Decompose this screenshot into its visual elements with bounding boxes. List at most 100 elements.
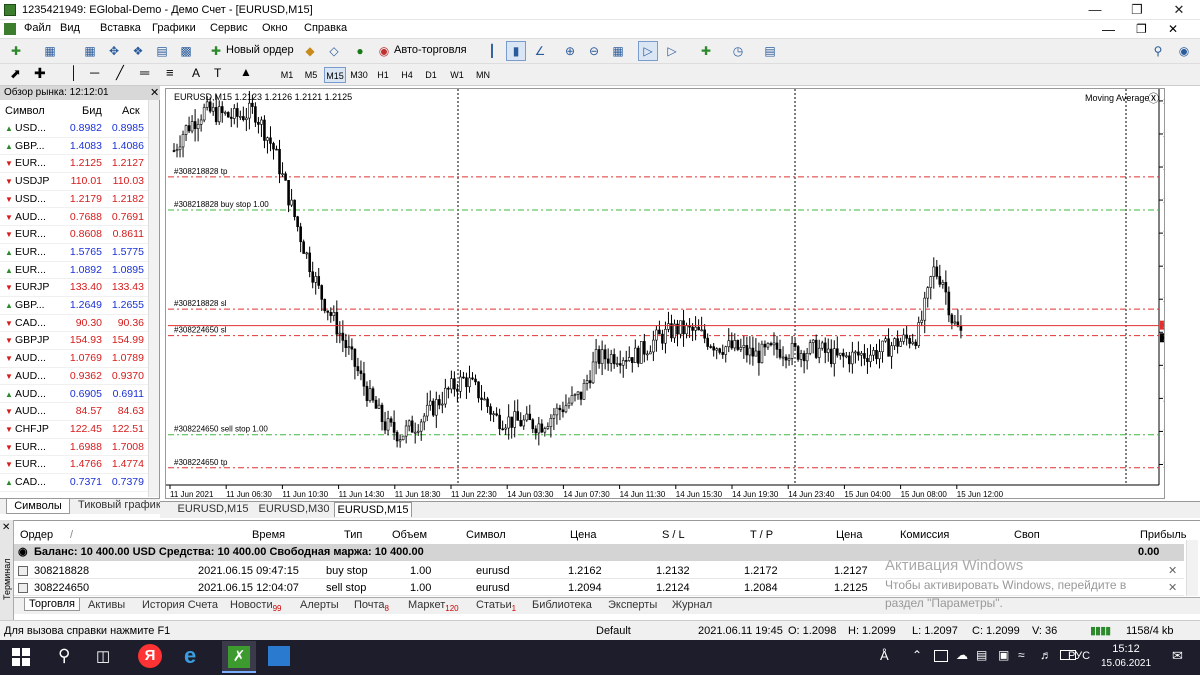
search-icon[interactable]: ⚲	[1148, 41, 1168, 61]
indicators-icon[interactable]: ✚	[696, 41, 716, 61]
menu-1[interactable]: Вид	[60, 22, 80, 34]
mw-row[interactable]: ▲ USD... 0.8982 0.8985	[0, 120, 148, 138]
terminal-tab-7[interactable]: Статьи1	[476, 599, 516, 613]
mdi-restore-button[interactable]: ❐	[1136, 22, 1147, 36]
mw-row[interactable]: ▲ CAD... 0.7371 0.7379	[0, 474, 148, 492]
onedrive-icon[interactable]: ☁	[956, 648, 968, 662]
chat-icon[interactable]: ◉	[1174, 41, 1194, 61]
mdi-close-button[interactable]: ✕	[1168, 22, 1178, 36]
task-view-icon[interactable]: ◫	[96, 647, 110, 665]
mw-row[interactable]: ▼ CAD... 90.30 90.36	[0, 315, 148, 333]
timeframe-M30[interactable]: M30	[348, 67, 370, 83]
chart-tab-2[interactable]: EURUSD,M30	[255, 502, 333, 517]
terminal-tab-1[interactable]: Активы	[88, 599, 125, 611]
col-ask[interactable]: Аск	[122, 103, 140, 119]
new-order-button[interactable]: Новый ордер	[226, 44, 294, 56]
indicator-close-icon[interactable]: Ⓧ	[1148, 90, 1159, 106]
order-close-icon[interactable]: ✕	[1168, 563, 1177, 579]
hdr-price-cur[interactable]: Цена	[836, 526, 862, 544]
terminal-tab-4[interactable]: Алерты	[300, 599, 339, 611]
windows-start-icon[interactable]	[12, 648, 30, 666]
navigator-icon[interactable]: ▦	[80, 41, 100, 61]
candlestick-icon[interactable]: ▮	[506, 41, 526, 61]
hdr-profit[interactable]: Прибыль	[1140, 526, 1187, 544]
menu-6[interactable]: Справка	[304, 22, 347, 34]
timeframe-H1[interactable]: H1	[372, 67, 394, 83]
data-window-icon[interactable]: ▤	[152, 41, 172, 61]
hdr-swap[interactable]: Своп	[1014, 526, 1040, 544]
timeframe-H4[interactable]: H4	[396, 67, 418, 83]
mw-row[interactable]: ▼USDJPY 110.01 110.03	[0, 173, 148, 191]
mw-row[interactable]: ▲ AUD... 0.6905 0.6911	[0, 386, 148, 404]
mdi-minimize-button[interactable]: —	[1102, 22, 1115, 37]
timeframe-MN[interactable]: MN	[472, 67, 494, 83]
terminal-tab-3[interactable]: Новости99	[230, 599, 282, 613]
hdr-type[interactable]: Тип	[344, 526, 362, 544]
mw-row[interactable]: ▼ EUR... 0.8608 0.8611	[0, 226, 148, 244]
tray-app-icon[interactable]	[934, 650, 948, 662]
mw-row[interactable]: ▲ EUR... 1.5765 1.5775	[0, 244, 148, 262]
battery-icon[interactable]: ▤	[976, 648, 987, 662]
shapes-icon[interactable]: ▲	[240, 65, 252, 79]
edge-browser-icon[interactable]: e	[184, 643, 196, 669]
cursor-icon[interactable]: ⬈	[10, 66, 21, 82]
hdr-symbol[interactable]: Символ	[466, 526, 506, 544]
lang-indicator[interactable]: РУС	[1068, 650, 1090, 662]
mw-row[interactable]: ▼ AUD... 84.57 84.63	[0, 403, 148, 421]
order-close-icon[interactable]: ✕	[1168, 580, 1177, 596]
order-row[interactable]: 308224650 2021.06.15 12:04:07 sell stop 1.0…	[14, 580, 1184, 596]
channel-icon[interactable]: ═	[140, 65, 149, 80]
photos-app-icon[interactable]	[268, 646, 290, 666]
person-icon[interactable]: Å	[880, 648, 889, 663]
mw-row[interactable]: ▼GBPJPY 154.93 154.99	[0, 332, 148, 351]
timeframe-M5[interactable]: M5	[300, 67, 322, 83]
yandex-browser-icon[interactable]: Я	[138, 644, 162, 668]
network-icon[interactable]: ▣	[998, 648, 1009, 662]
timeframe-D1[interactable]: D1	[420, 67, 442, 83]
terminal-tab-2[interactable]: История Счета	[142, 599, 218, 611]
chart-shift-icon[interactable]: ▷	[662, 41, 682, 61]
market-watch-scrollbar[interactable]	[148, 100, 159, 497]
mw-row[interactable]: ▼ AUD... 0.7688 0.7691	[0, 209, 148, 227]
new-chart-icon[interactable]: ✚	[6, 41, 26, 61]
mw-row[interactable]: ▼ EUR... 1.6988 1.7008	[0, 439, 148, 457]
crosshair-icon[interactable]: ✚	[34, 65, 46, 82]
timeframe-W1[interactable]: W1	[446, 67, 468, 83]
tile-windows-icon[interactable]: ▦	[608, 41, 628, 61]
price-chart[interactable]: 1.2195 1.2185 1.2175 1.2165 1.2155 1.2145 1.21…	[166, 89, 1188, 499]
horizontal-line-icon[interactable]: ─	[90, 65, 99, 80]
notifications-icon[interactable]: ✉	[1172, 648, 1183, 664]
terminal-scrollbar[interactable]	[1186, 540, 1198, 596]
hdr-price[interactable]: Цена	[570, 526, 596, 544]
terminal-tab-5[interactable]: Почта8	[354, 599, 389, 613]
mw-row[interactable]: ▼ AUD... 1.0769 1.0789	[0, 350, 148, 368]
crosshair-move-icon[interactable]: ✥	[104, 41, 124, 61]
terminal-tab-0[interactable]: Торговля	[24, 598, 80, 611]
tab-symbols[interactable]: Символы	[6, 499, 70, 514]
tray-chevron-icon[interactable]: ⌃	[912, 648, 922, 662]
mw-row[interactable]: ▼ USD... 1.2179 1.2182	[0, 191, 148, 209]
chart-tab-3[interactable]: EURUSD,M15	[334, 502, 412, 517]
mw-row[interactable]: ▼EURJPY 133.40 133.43	[0, 279, 148, 297]
auto-scroll-icon[interactable]: ▷	[638, 41, 658, 61]
volume-icon[interactable]: ♬	[1040, 648, 1052, 662]
new-order-icon[interactable]: ✚	[206, 41, 226, 61]
search-taskbar-icon[interactable]: ⚲	[58, 646, 70, 666]
metaeditor-icon[interactable]: ◆	[300, 41, 320, 61]
auto-trading-icon[interactable]: ◉	[374, 41, 394, 61]
col-bid[interactable]: Бид	[82, 103, 102, 119]
vertical-line-icon[interactable]: │	[70, 65, 78, 80]
profiles-icon[interactable]: ▦	[40, 41, 60, 61]
wifi-icon[interactable]: ≈	[1018, 648, 1025, 662]
market-watch-close-icon[interactable]: ✕	[150, 86, 159, 99]
bar-chart-icon[interactable]: ┃	[482, 41, 502, 61]
mw-row[interactable]: ▲ GBP... 1.2649 1.2655	[0, 297, 148, 315]
trendline-icon[interactable]: ╱	[116, 65, 124, 81]
text-icon[interactable]: A	[192, 66, 200, 80]
zoom-out-icon[interactable]: ⊖	[584, 41, 604, 61]
signals-icon[interactable]: ●	[350, 41, 370, 61]
clock-date[interactable]: 15.06.2021	[1098, 658, 1154, 669]
mw-row[interactable]: ▲ EUR... 1.0892 1.0895	[0, 262, 148, 280]
mw-row[interactable]: ▼ EUR... 1.4766 1.4774	[0, 456, 148, 474]
menu-2[interactable]: Вставка	[100, 22, 141, 34]
